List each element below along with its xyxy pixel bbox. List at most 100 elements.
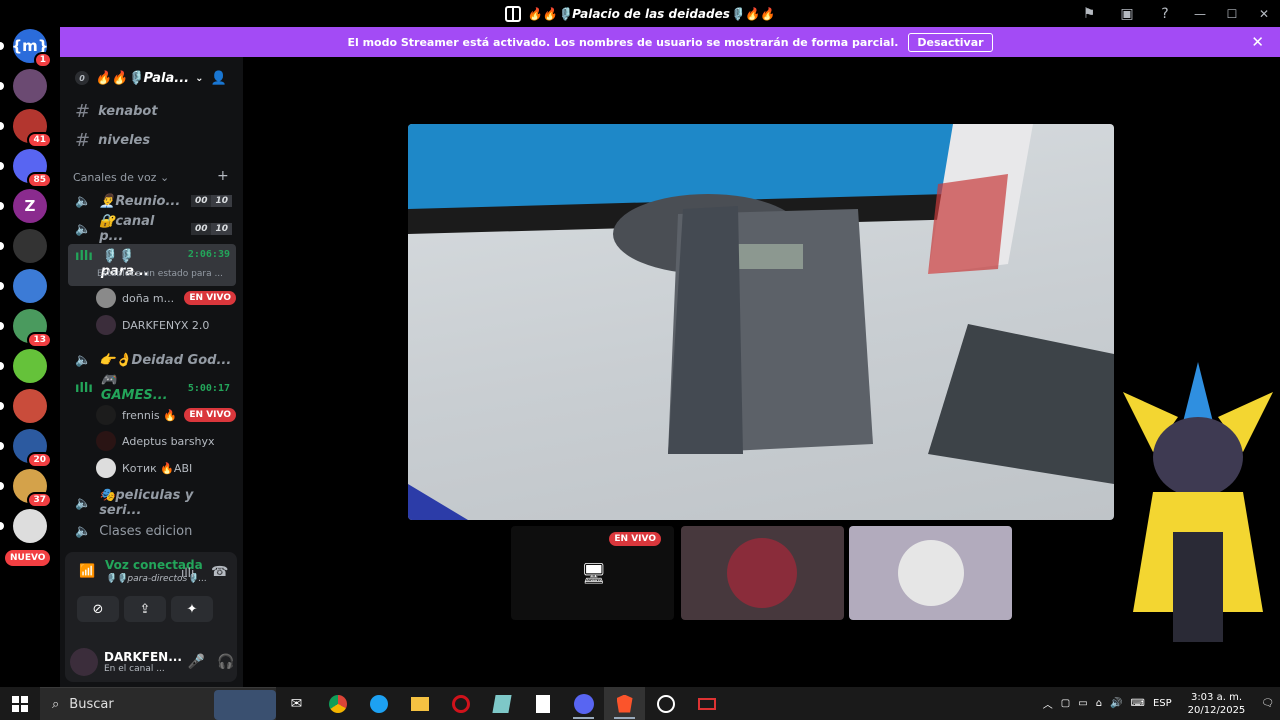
stream-video[interactable]	[408, 124, 1114, 520]
voice-channel-peliculas[interactable]: 🔈 🎭peliculas y seri...	[68, 488, 236, 518]
voice-channel-games[interactable]: ıllı 🎮GAMES... 5:00:17	[68, 373, 236, 403]
microphone-icon[interactable]: 🎤	[188, 654, 205, 670]
invite-icon[interactable]: 👤	[211, 71, 227, 86]
server-icon[interactable]: 85	[0, 149, 52, 188]
chrome-icon[interactable]	[317, 687, 358, 720]
live-badge: EN VIVO	[184, 291, 236, 305]
unread-pip	[0, 42, 4, 50]
flag-icon[interactable]: ⚑	[1070, 0, 1108, 27]
search-icon: ⌕	[52, 696, 60, 712]
battery-icon[interactable]: ▭	[1078, 698, 1087, 709]
voice-member[interactable]: Котик 🔥ABI	[96, 457, 236, 479]
server-icon[interactable]: 41	[0, 109, 52, 148]
discord-icon[interactable]	[563, 687, 604, 720]
document-icon[interactable]	[522, 687, 563, 720]
mention-badge: 13	[27, 332, 52, 348]
guild-header[interactable]: 0 🔥🔥🎙️Pala... ⌄ 👤	[60, 65, 243, 91]
voice-member[interactable]: Adeptus barshyx	[96, 430, 236, 452]
maximize-button[interactable]: ☐	[1216, 0, 1248, 27]
vtuber-overlay-image	[1123, 362, 1273, 642]
channel-kenabot[interactable]: # kenabot	[68, 97, 236, 125]
voice-member[interactable]: frennis 🔥 EN VIVO	[96, 404, 236, 426]
add-channel-icon[interactable]: +	[217, 168, 229, 184]
volume-icon[interactable]: 🔊	[1110, 698, 1122, 709]
server-icon[interactable]: 37	[0, 469, 52, 508]
server-icon[interactable]	[0, 349, 47, 383]
avatar	[96, 431, 116, 451]
server-icon[interactable]: Z	[0, 189, 47, 223]
unread-pip	[0, 122, 4, 130]
clock[interactable]: 3:03 a. m. 20/12/2025	[1180, 691, 1254, 717]
close-banner-icon[interactable]: ✕	[1251, 33, 1264, 51]
taskbar-search[interactable]: ⌕ Buscar	[40, 687, 276, 720]
live-badge: EN VIVO	[609, 532, 661, 546]
participant-tile[interactable]	[849, 526, 1012, 620]
mention-badge: 85	[27, 172, 52, 188]
activities-button[interactable]: ✦	[171, 596, 213, 622]
tray-app-icon[interactable]: ▢	[1061, 698, 1070, 709]
notification-icon[interactable]: 🗨	[1261, 698, 1274, 709]
keyboard-icon[interactable]: ⌨	[1131, 698, 1145, 709]
mention-badge: 37	[27, 492, 52, 508]
chevron-up-icon[interactable]: ︿	[1043, 696, 1053, 711]
inbox-icon[interactable]: ▣	[1108, 0, 1146, 27]
app-icon[interactable]	[686, 687, 727, 720]
server-icon[interactable]: {m} 1	[0, 29, 52, 68]
stream-frame-image	[408, 124, 1114, 520]
channel-status[interactable]: Establece un estado para ...	[97, 269, 223, 279]
hash-icon: #	[75, 100, 91, 122]
mention-badge: 1	[33, 52, 52, 68]
server-icon[interactable]	[0, 509, 47, 543]
close-window-button[interactable]: ✕	[1248, 0, 1280, 27]
edge-icon[interactable]	[358, 687, 399, 720]
language-indicator[interactable]: ESP	[1153, 698, 1172, 709]
screen-share-button[interactable]: ⇪	[124, 596, 166, 622]
speaker-icon: 🔈	[75, 495, 92, 511]
unread-pip	[0, 162, 4, 170]
channel-timer: 5:00:17	[187, 382, 230, 394]
headphones-icon[interactable]: 🎧	[217, 654, 234, 670]
network-icon[interactable]: ⌂	[1096, 698, 1102, 709]
server-icon[interactable]	[0, 269, 47, 303]
brave-icon[interactable]	[604, 687, 645, 720]
voice-member[interactable]: doña m... EN VIVO	[96, 287, 236, 309]
boost-count: 0	[75, 71, 89, 85]
server-icon[interactable]	[0, 389, 47, 423]
channel-sidebar: 0 🔥🔥🎙️Pala... ⌄ 👤 # kenabot # niveles Cana…	[60, 57, 259, 687]
hash-icon: #	[75, 129, 91, 151]
disconnect-icon[interactable]: ☎	[211, 564, 228, 580]
speaker-icon: 🔈	[75, 221, 92, 237]
server-icon[interactable]: 20	[0, 429, 52, 468]
notes-app-icon[interactable]	[481, 687, 522, 720]
voice-channel-canal[interactable]: 🔈 🔐canal p... 00 10	[68, 214, 236, 244]
server-icon[interactable]: 13	[0, 309, 52, 348]
mail-icon[interactable]: ✉	[276, 687, 317, 720]
minimize-button[interactable]: —	[1184, 0, 1216, 27]
unread-pip	[0, 322, 4, 330]
signal-icon[interactable]: 📶	[79, 564, 95, 579]
voice-channel-para-directos[interactable]: ıllı 🎙️🎙️para... 2:06:39 Establece un est…	[68, 244, 236, 286]
screen-share-tile[interactable]: EN VIVO 🖥	[511, 526, 674, 620]
obs-icon[interactable]	[645, 687, 686, 720]
voice-channel-clases[interactable]: 🔈 Clases edicion	[68, 517, 236, 545]
user-avatar[interactable]	[70, 648, 98, 676]
opera-icon[interactable]	[440, 687, 481, 720]
user-name[interactable]: DARKFEN...	[104, 650, 182, 664]
file-explorer-icon[interactable]	[399, 687, 440, 720]
mention-badge: 41	[27, 132, 52, 148]
window-title: 🔥🔥🎙️Palacio de las deidades🎙️🔥🔥	[505, 5, 775, 22]
category-voice[interactable]: Canales de voz ⌄	[73, 171, 169, 184]
user-panel: DARKFEN... En el canal ... 🎤 🎧 ⚙	[60, 637, 259, 687]
voice-member[interactable]: DARKFENYX 2.0	[96, 314, 236, 336]
channel-niveles[interactable]: # niveles	[68, 126, 236, 154]
disable-streamer-button[interactable]: Desactivar	[908, 32, 993, 52]
camera-button[interactable]: ⊘	[77, 596, 119, 622]
server-icon[interactable]	[0, 69, 47, 103]
participant-tile[interactable]	[681, 526, 844, 620]
help-icon[interactable]: ?	[1146, 0, 1184, 27]
noise-suppression-icon[interactable]: ıllı	[181, 566, 194, 580]
voice-channel-reunion[interactable]: 🔈 👨‍💼Reunio... 00 10	[68, 187, 236, 215]
voice-channel-deidad[interactable]: 🔈 👉👌Deidad God...	[68, 346, 236, 374]
windows-start-icon[interactable]	[0, 687, 40, 720]
server-icon[interactable]	[0, 229, 47, 263]
